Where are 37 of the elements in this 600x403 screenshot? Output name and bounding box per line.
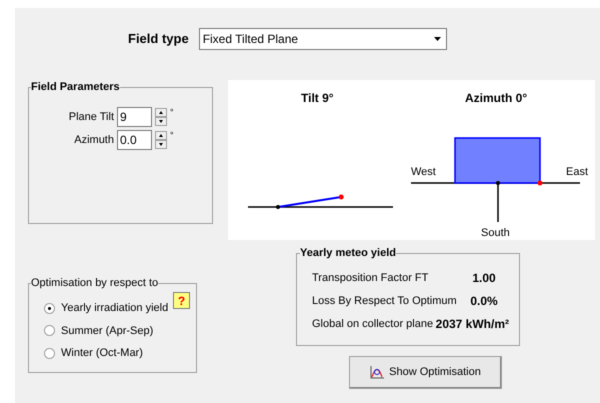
diagram-title: Tilt 9° — [301, 90, 334, 107]
field-type-dropdown[interactable]: Fixed Tilted Plane — [198, 28, 447, 50]
yield-label: Loss By Respect To Optimum — [312, 294, 457, 309]
yield-label: Transposition Factor FT — [312, 270, 428, 286]
yield-value: 0.0% — [469, 293, 499, 310]
show-optimisation-button[interactable]: Show Optimisation — [349, 356, 502, 389]
direction-label: South — [481, 226, 510, 241]
chart-icon — [370, 366, 384, 379]
yield-value: 2037 kWh/m² — [436, 316, 509, 333]
radio-button[interactable] — [44, 348, 55, 359]
radio-label[interactable]: Summer (Apr-Sep) — [61, 322, 154, 339]
spin-buttons[interactable] — [155, 108, 167, 126]
radio-button[interactable] — [44, 302, 55, 314]
diagram-title: Azimuth 0° — [465, 90, 528, 107]
up-arrow-icon — [159, 111, 163, 114]
degree-unit: ° — [170, 106, 174, 120]
group-title: Optimisation by respect to — [31, 276, 158, 290]
field-type-label: Field type — [128, 30, 189, 48]
yield-value: 1.00 — [471, 270, 497, 287]
direction-label: West — [411, 165, 436, 180]
radio-label[interactable]: Winter (Oct-Mar) — [61, 345, 143, 362]
spin-buttons[interactable] — [155, 131, 167, 149]
down-arrow-icon — [159, 143, 163, 146]
yield-label: Global on collector plane — [312, 316, 434, 332]
dropdown-arrow-icon — [434, 37, 442, 41]
field-label: Azimuth — [73, 132, 115, 148]
degree-unit: ° — [170, 129, 174, 142]
radio-button[interactable] — [44, 325, 55, 336]
help-button[interactable]: ? — [173, 292, 190, 309]
radio-label[interactable]: Yearly irradiation yield — [61, 300, 168, 316]
down-arrow-icon — [159, 120, 163, 123]
up-arrow-icon — [159, 134, 163, 137]
direction-label: East — [566, 165, 588, 180]
number-field[interactable]: 9 — [117, 107, 152, 127]
group-title: Yearly meteo yield — [300, 246, 396, 260]
field-label: Plane Tilt — [68, 110, 115, 125]
number-field[interactable]: 0.0 — [117, 130, 152, 150]
